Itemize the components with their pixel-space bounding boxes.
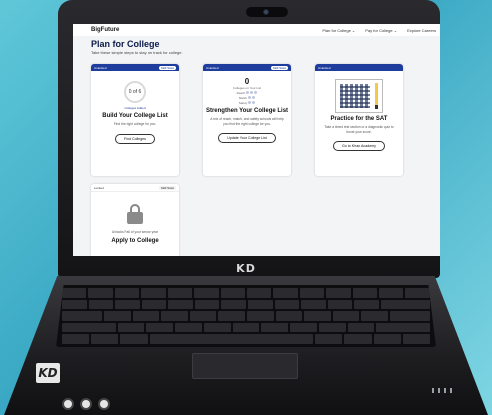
card-title: Practice for the SAT — [330, 116, 388, 122]
lock-icon — [127, 204, 143, 224]
card-title: Apply to College — [111, 237, 159, 244]
safety-row: Safety — [203, 101, 291, 105]
card-build-college-list: Unlocked Skill Stats 0 of 6 Colleges Add… — [91, 64, 179, 176]
webcam-lens — [263, 9, 269, 15]
site-header: BigFuture Plan for College ⌄ Pay for Col… — [73, 24, 440, 36]
card-status-bar: Unlocked Skill Stats — [91, 64, 179, 71]
card-apply-to-college: Locked Skill Stats Unlocks Fall of your … — [91, 184, 179, 256]
reach-row: Reach — [203, 91, 291, 95]
sat-answer-sheet-image — [335, 79, 383, 113]
find-colleges-button[interactable]: Find Colleges — [115, 133, 155, 144]
card-status: Locked — [94, 185, 104, 190]
laptop-brand: KD — [236, 262, 256, 275]
card-title: Build Your College List — [102, 113, 168, 119]
safety-label: Safety — [238, 101, 248, 105]
match-label: Match — [238, 96, 248, 100]
card-text: Find the right college for you. — [113, 122, 157, 126]
card-status-bar: Unlocked Skill Stats — [203, 64, 291, 71]
skill-stats-pill[interactable]: Skill Stats — [270, 65, 288, 70]
touchpad — [192, 353, 298, 379]
college-count: 0 — [244, 77, 250, 86]
nav-pay-for-college[interactable]: Pay for College ⌄ — [365, 28, 397, 33]
update-college-list-button[interactable]: Update Your College List — [218, 133, 276, 143]
go-to-khan-academy-button[interactable]: Go to Khan Academy — [333, 141, 385, 151]
card-title: Strengthen Your College List — [205, 108, 289, 114]
card-status-bar: Unlocked — [315, 64, 403, 71]
brand-badge: KD — [36, 363, 60, 383]
nav-plan-for-college[interactable]: Plan for College ⌄ — [322, 28, 355, 33]
card-status: Unlocked — [206, 65, 219, 70]
college-count-caption: Colleges on Your List — [232, 86, 262, 90]
card-text: A mix of reach, match, and safety school… — [210, 117, 284, 126]
card-practice-sat: Unlocked Practice for the SAT Take a tim… — [315, 64, 403, 176]
skill-stats-pill[interactable]: Skill Stats — [158, 185, 176, 190]
page-title: Plan for College — [91, 39, 160, 49]
webcam — [246, 7, 288, 17]
card-status-bar: Locked Skill Stats — [91, 184, 179, 192]
status-leds — [432, 388, 452, 393]
pencil-icon — [375, 83, 378, 109]
match-row: Match — [203, 96, 291, 100]
page-subtitle: Take these simple steps to stay on track… — [91, 50, 183, 55]
progress-ring: 0 of 6 — [124, 81, 146, 103]
audio-port — [62, 398, 74, 410]
skill-stats-pill[interactable]: Skill Stats — [158, 65, 176, 70]
nav-explore-careers[interactable]: Explore Careers — [407, 28, 436, 33]
main-nav: Plan for College ⌄ Pay for College ⌄ Exp… — [322, 28, 436, 33]
audio-port — [80, 398, 92, 410]
unlock-note: Unlocks Fall of your senior year — [111, 230, 159, 234]
ring-caption: Colleges Added — [124, 106, 146, 110]
card-strengthen-college-list: Unlocked Skill Stats 0 Colleges on Your … — [203, 64, 291, 176]
card-text: Take a timed test section or a diagnosti… — [324, 125, 394, 134]
audio-port — [98, 398, 110, 410]
reach-label: Reach — [236, 91, 246, 95]
card-status: Unlocked — [318, 65, 331, 70]
site-logo[interactable]: BigFuture — [91, 27, 119, 33]
keyboard — [56, 285, 436, 347]
ring-value: 0 of 6 — [128, 89, 142, 95]
screen: BigFuture Plan for College ⌄ Pay for Col… — [73, 24, 440, 256]
card-status: Unlocked — [94, 65, 107, 70]
